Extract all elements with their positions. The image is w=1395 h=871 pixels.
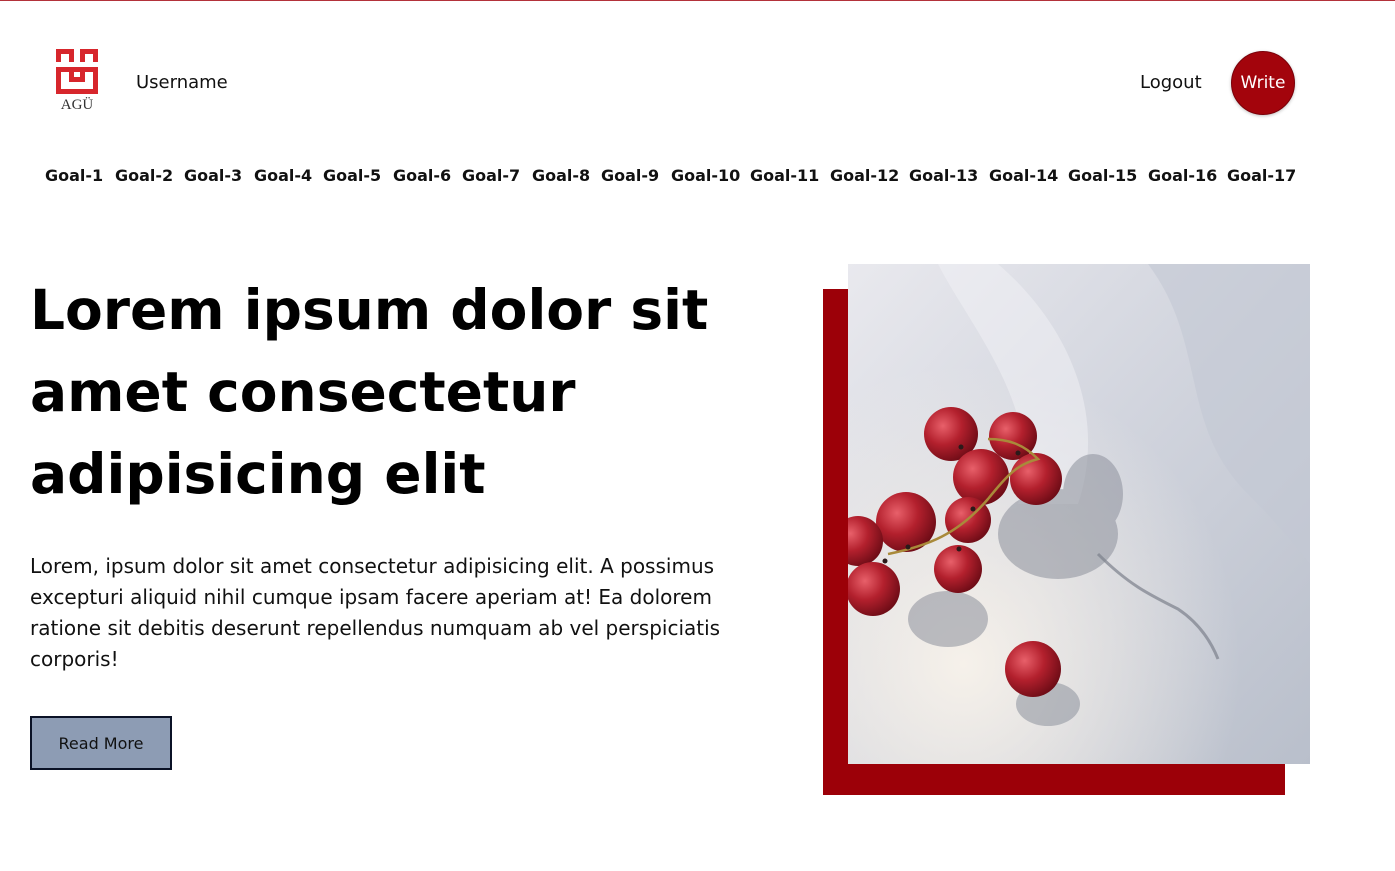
goals-nav: Goal-1 Goal-2 Goal-3 Goal-4 Goal-5 Goal-… — [0, 166, 1395, 190]
write-button[interactable]: Write — [1231, 51, 1295, 115]
goal-link-6[interactable]: Goal-6 — [393, 166, 451, 185]
read-more-button[interactable]: Read More — [30, 716, 172, 770]
goal-link-4[interactable]: Goal-4 — [254, 166, 312, 185]
goal-link-14[interactable]: Goal-14 — [989, 166, 1058, 185]
logo-text: AGÜ — [60, 97, 94, 113]
goal-link-13[interactable]: Goal-13 — [909, 166, 978, 185]
goal-link-5[interactable]: Goal-5 — [323, 166, 381, 185]
goal-link-11[interactable]: Goal-11 — [750, 166, 819, 185]
hero-description: Lorem, ipsum dolor sit amet consectetur … — [30, 554, 721, 671]
goal-link-17[interactable]: Goal-17 — [1227, 166, 1296, 185]
hero-title: Lorem ipsum dolor sit amet consectetur a… — [30, 278, 709, 506]
goal-link-2[interactable]: Goal-2 — [115, 166, 173, 185]
goal-link-3[interactable]: Goal-3 — [184, 166, 242, 185]
goal-link-9[interactable]: Goal-9 — [601, 166, 659, 185]
agu-logo[interactable]: AGÜ — [55, 48, 99, 118]
goal-link-7[interactable]: Goal-7 — [462, 166, 520, 185]
grapes-image — [848, 264, 1310, 764]
goal-link-10[interactable]: Goal-10 — [671, 166, 740, 185]
username-label[interactable]: Username — [136, 72, 228, 93]
goal-link-12[interactable]: Goal-12 — [830, 166, 899, 185]
goal-link-16[interactable]: Goal-16 — [1148, 166, 1217, 185]
logout-link[interactable]: Logout — [1140, 72, 1202, 93]
goal-link-8[interactable]: Goal-8 — [532, 166, 590, 185]
hero-image — [848, 264, 1310, 764]
goal-link-15[interactable]: Goal-15 — [1068, 166, 1137, 185]
agu-logo-icon — [56, 49, 98, 94]
goal-link-1[interactable]: Goal-1 — [45, 166, 103, 185]
